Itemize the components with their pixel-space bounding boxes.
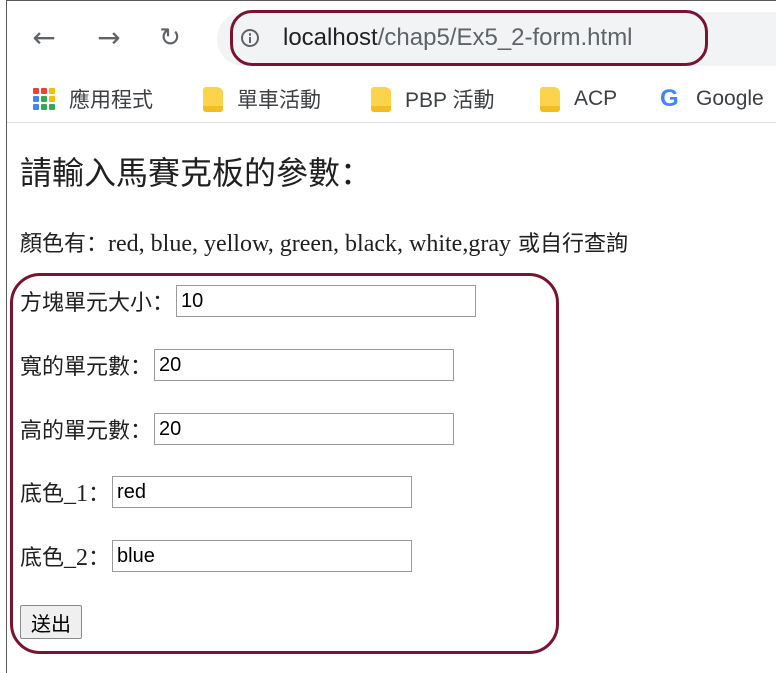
width-cells-input[interactable]: [154, 349, 455, 381]
url-text[interactable]: localhost/chap5/Ex5_2-form.html: [283, 24, 633, 52]
bookmark-google[interactable]: G Google: [660, 84, 764, 114]
folder-icon: [540, 86, 560, 112]
bookmark-cycling-events[interactable]: 單車活動: [203, 84, 321, 114]
submit-button[interactable]: 送出: [20, 605, 82, 639]
google-icon: G: [660, 85, 679, 112]
label-colon: ：: [88, 546, 111, 571]
height-cells-field: 高的單元數：: [20, 413, 455, 445]
base-color-2-input[interactable]: [112, 540, 413, 572]
width-cells-label: 寬的單元數：: [20, 355, 153, 380]
folder-icon: [371, 86, 391, 112]
url-path: /chap5/Ex5_2-form.html: [377, 24, 633, 51]
url-host: localhost: [283, 24, 378, 51]
bookmarks-bar: 應用程式 單車活動 PBP 活動 ACP G Google: [7, 76, 776, 123]
browser-toolbar: ← → ↻ localhost/chap5/Ex5_2-form.html: [7, 1, 776, 73]
bookmark-label: Google: [696, 87, 764, 110]
base-color-2-label: 底色_2：: [20, 540, 110, 572]
folder-icon: [203, 86, 223, 112]
label-num: _1: [64, 481, 89, 507]
bookmark-label: 應用程式: [69, 89, 153, 112]
back-arrow-icon[interactable]: ←: [27, 21, 61, 55]
bookmark-pbp-events[interactable]: PBP 活動: [371, 84, 494, 114]
bookmark-label: PBP 活動: [405, 89, 495, 112]
height-cells-input[interactable]: [154, 413, 455, 445]
base-color-1-label: 底色_1：: [20, 476, 110, 508]
base-color-1-field: 底色_1：: [20, 476, 413, 508]
label-num: _2: [64, 545, 89, 571]
cell-size-label: 方塊單元大小：: [20, 291, 175, 316]
cell-size-input[interactable]: [176, 285, 477, 317]
label-main: 底色: [20, 482, 65, 507]
hint-prefix: 顏色有：: [20, 232, 109, 257]
page-title: 請輸入馬賽克板的參數：: [20, 154, 373, 192]
label-main: 底色: [20, 546, 65, 571]
bookmark-apps[interactable]: 應用程式: [33, 84, 153, 114]
color-hint: 顏色有：red, blue, yellow, green, black, whi…: [20, 226, 628, 258]
bookmark-label: 單車活動: [237, 89, 321, 112]
forward-arrow-icon[interactable]: →: [92, 21, 126, 55]
apps-grid-icon: [33, 88, 55, 110]
hint-colors: red, blue, yellow, green, black, white,g…: [108, 231, 511, 257]
address-bar[interactable]: localhost/chap5/Ex5_2-form.html: [217, 12, 776, 66]
base-color-1-input[interactable]: [112, 476, 413, 508]
height-cells-label: 高的單元數：: [20, 419, 153, 444]
bookmark-label: ACP: [574, 87, 618, 110]
label-colon: ：: [88, 482, 111, 507]
info-icon[interactable]: [241, 29, 259, 47]
reload-icon[interactable]: ↻: [153, 21, 187, 55]
base-color-2-field: 底色_2：: [20, 540, 413, 572]
cell-size-field: 方塊單元大小：: [20, 285, 477, 317]
width-cells-field: 寬的單元數：: [20, 349, 455, 381]
hint-suffix: 或自行查詢: [510, 232, 628, 257]
bookmark-acp[interactable]: ACP: [540, 84, 617, 114]
